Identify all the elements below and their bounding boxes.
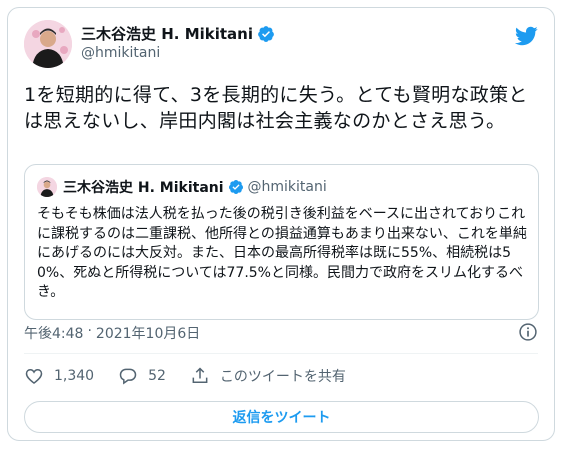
author-name[interactable]: 三木谷浩史 H. Mikitani (81, 23, 253, 44)
quoted-author-name: 三木谷浩史 H. Mikitani (63, 180, 224, 196)
tweet-date[interactable]: 2021年10月6日 (96, 323, 200, 343)
author-name-row[interactable]: 三木谷浩史 H. Mikitani (81, 23, 275, 44)
like-count: 1,340 (54, 368, 95, 384)
share-label: このツイートを共有 (219, 369, 346, 385)
quoted-avatar[interactable] (37, 177, 57, 197)
quoted-header: 三木谷浩史 H. Mikitani @hmikitani (63, 177, 327, 197)
divider (24, 353, 538, 354)
quoted-text: そもそも株価は法人税を払った後の税引き後利益をベースに出されておりこれに課税する… (37, 206, 527, 300)
quoted-author-handle: @hmikitani (247, 179, 327, 195)
action-bar: 1,340 52 このツイートを共有 (24, 366, 370, 386)
avatar[interactable] (24, 20, 72, 68)
quoted-verified-badge-icon (228, 179, 244, 195)
tweet-time[interactable]: 午後4:48 (24, 323, 83, 343)
reply-count: 52 (148, 368, 166, 384)
share-icon (192, 367, 208, 383)
quoted-tweet[interactable]: 三木谷浩史 H. Mikitani @hmikitani そもそも株価は法人税を… (24, 164, 539, 320)
share-button[interactable]: このツイートを共有 (190, 366, 346, 386)
reply-count-button[interactable]: 52 (118, 366, 166, 386)
meta-separator: · (87, 323, 92, 339)
reply-icon (119, 368, 137, 385)
info-icon[interactable] (518, 322, 538, 342)
tweet-timestamp[interactable]: 午後4:48 · 2021年10月6日 (24, 323, 200, 343)
twitter-bird-icon[interactable] (514, 24, 538, 48)
like-button[interactable]: 1,340 (24, 366, 94, 386)
tweet-card: 三木谷浩史 H. Mikitani @hmikitani 1を短期的に得て、3を… (7, 7, 555, 441)
reply-tweet-button[interactable]: 返信をツイート (24, 401, 539, 433)
verified-badge-icon (257, 25, 275, 43)
author-handle[interactable]: @hmikitani (81, 45, 160, 61)
heart-icon (25, 368, 43, 385)
tweet-text: 1を短期的に得て、3を長期的に失う。とても賢明な政策とは思えないし、岸田内閣は社… (24, 84, 528, 132)
